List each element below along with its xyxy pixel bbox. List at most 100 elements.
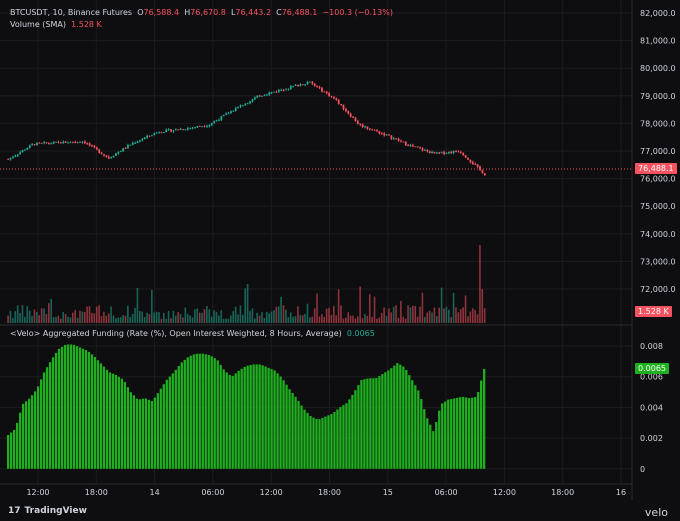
candle-body [359,123,362,125]
volume-bar [24,316,26,323]
volume-bar [378,317,381,323]
candle-body [452,150,455,153]
chart-canvas[interactable]: 82,000.0 81,000.0 80,000.0 79,000.0 78,000.0… [0,0,680,521]
funding-bar [27,398,31,469]
last-price-tag: 76,488.1 [635,163,677,174]
funding-bar [351,394,354,469]
volume-bar [107,313,110,323]
candle-body [103,154,105,156]
volume-bar [476,314,479,323]
candle-body [424,149,426,151]
volume-bar [424,316,426,323]
tradingview-logo[interactable]: 17 TradingView [8,506,87,516]
volume-bar [230,315,232,323]
funding-bar [477,391,480,469]
volume-bar [57,315,60,323]
candle-body [318,86,321,88]
funding-bar [282,380,285,469]
volume-bar [414,305,417,323]
funding-bar [174,369,177,469]
time-tick-label: 06:00 [435,488,458,497]
volume-legend[interactable]: Volume (SMA) 1.528 K [10,20,102,29]
funding-bar [54,352,58,469]
candle-body [289,86,292,89]
funding-bar [462,396,465,469]
volume-bar [206,305,208,323]
candle-body [397,138,400,141]
time-tick-label: 15 [383,488,393,497]
funding-legend[interactable]: <Velo> Aggregated Funding (Rate (%), Ope… [10,329,375,338]
candle-body [136,141,139,143]
volume-bar [194,309,196,323]
volume-bar [316,293,318,323]
volume-bar [352,315,354,323]
volume-bar [184,307,187,323]
funding-bar [399,364,402,469]
volume-bar [67,316,69,323]
volume-bar [139,311,141,323]
volume-bar [258,315,261,323]
funding-bar [7,435,10,469]
candle-body [98,149,101,153]
funding-bar [375,377,378,469]
volume-bar [129,317,132,323]
candle-body [222,114,225,117]
funding-bar [318,419,321,469]
symbol-label[interactable]: BTCUSDT, 10, Binance Futures [10,8,132,17]
volume-bar [198,312,201,323]
candle-body [301,84,304,86]
funding-bar [36,386,40,469]
volume-bar [201,312,203,323]
volume-bar [93,313,96,323]
volume-bar [344,317,347,323]
funding-bar [210,356,213,469]
candle-body [45,142,48,144]
candle-body [213,121,216,124]
funding-bar [72,344,76,469]
volume-bar [479,245,481,323]
funding-bar [162,384,165,469]
candle-body [100,152,103,155]
price-tick-label: 75,000.0 [640,202,676,211]
funding-bar [447,399,450,469]
funding-bar [372,378,375,469]
candle-body [459,152,462,153]
funding-bar [366,378,369,469]
candle-body [43,142,46,144]
funding-tick-label: 0 [640,465,645,474]
funding-bar [114,374,118,469]
funding-bar [192,354,195,469]
volume-bar [443,308,445,323]
candle-body [244,103,247,106]
volume-bar [426,312,429,323]
funding-tick-label: 0.004 [640,403,663,412]
price-tick-label: 72,000.0 [640,285,676,294]
volume-bar [380,312,383,323]
funding-bar [159,388,162,469]
funding-bar [303,409,306,469]
volume-bar [400,300,402,323]
volume-bar [115,318,117,323]
volume-bar [440,287,443,323]
funding-bar [243,366,246,469]
candle-body [402,141,405,143]
volume-bar [52,317,55,323]
funding-bar [435,422,438,469]
volume-bar [36,312,38,323]
ohlc-legend[interactable]: BTCUSDT, 10, Binance Futures O76,588.4 H… [10,8,393,17]
candle-body [467,157,469,160]
volume-bar [462,307,464,323]
volume-bar [100,316,103,323]
volume-bar [395,305,397,323]
candle-body [268,92,271,95]
funding-bar [123,382,127,469]
volume-bar [153,312,155,323]
velo-watermark: velo [644,506,668,519]
candle-body [258,95,261,97]
volume-bar [124,315,127,323]
funding-bar [330,414,333,469]
volume-bar [361,318,364,323]
candle-body [7,159,10,161]
volume-bar [445,306,448,323]
funding-bar [81,348,85,469]
